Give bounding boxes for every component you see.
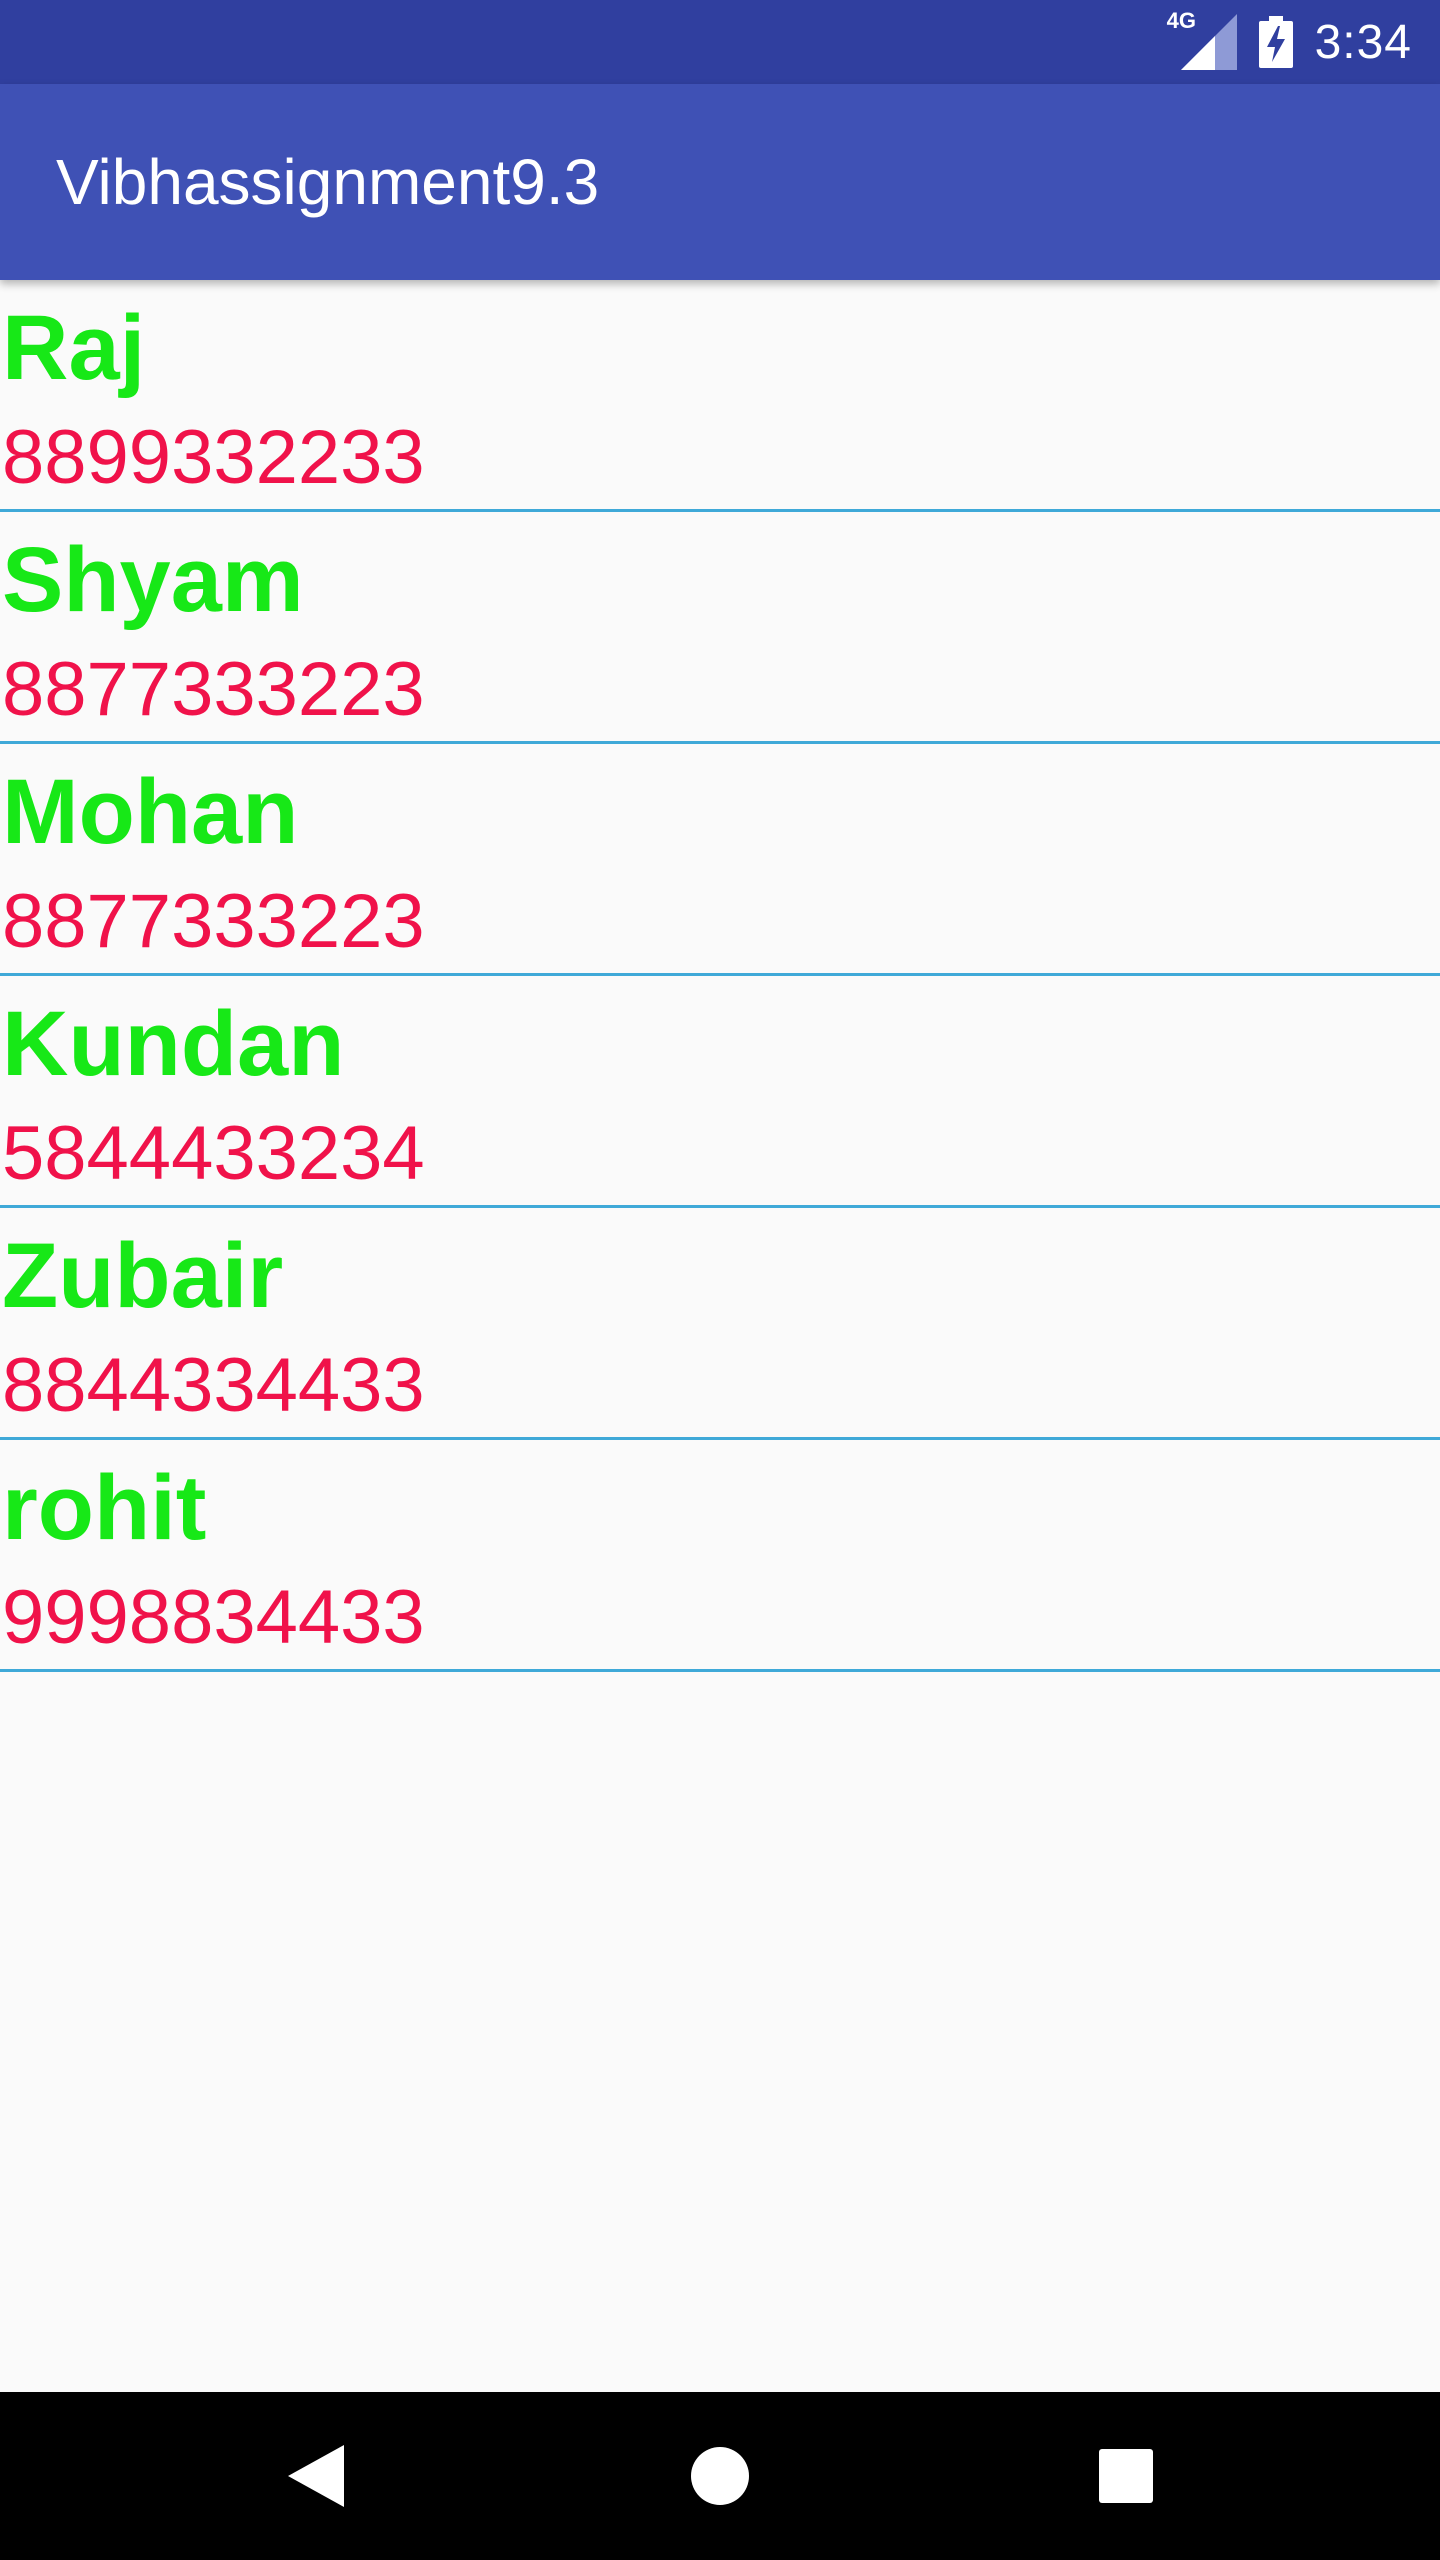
app-title: Vibhassignment9.3: [56, 146, 600, 218]
list-item[interactable]: Shyam 8877333223: [0, 512, 1440, 744]
battery-charging-icon: [1258, 16, 1293, 68]
recents-button[interactable]: [1046, 2392, 1206, 2560]
contact-phone: 8844334433: [2, 1343, 425, 1428]
home-button[interactable]: [640, 2392, 800, 2560]
contact-phone: 8877333223: [2, 879, 425, 964]
status-time: 3:34: [1314, 15, 1412, 69]
contact-name: Kundan: [2, 993, 345, 1095]
list-item[interactable]: Kundan 5844433234: [0, 976, 1440, 1208]
contact-phone: 5844433234: [2, 1111, 425, 1196]
list-item[interactable]: Zubair 8844334433: [0, 1208, 1440, 1440]
contact-name: Raj: [2, 297, 146, 399]
status-icons: 4G 3:34: [1167, 0, 1412, 84]
contact-phone: 8899332233: [2, 415, 425, 500]
app-bar: Vibhassignment9.3: [0, 84, 1440, 280]
contact-name: Zubair: [2, 1225, 284, 1327]
signal-icon: 4G: [1167, 8, 1237, 70]
list-item[interactable]: Mohan 8877333223: [0, 744, 1440, 976]
recents-icon: [1099, 2449, 1153, 2503]
home-icon: [691, 2447, 749, 2505]
contact-list: Raj 8899332233 Shyam 8877333223 Mohan 88…: [0, 280, 1440, 1672]
back-icon: [288, 2445, 344, 2507]
list-item[interactable]: rohit 9998834433: [0, 1440, 1440, 1672]
contact-phone: 9998834433: [2, 1575, 425, 1660]
contact-phone: 8877333223: [2, 647, 425, 732]
status-bar: 4G 3:34: [0, 0, 1440, 84]
contact-name: rohit: [2, 1457, 207, 1559]
contact-name: Shyam: [2, 529, 304, 631]
list-item[interactable]: Raj 8899332233: [0, 280, 1440, 512]
contact-name: Mohan: [2, 761, 299, 863]
navigation-bar: [0, 2392, 1440, 2560]
back-button[interactable]: [236, 2392, 396, 2560]
